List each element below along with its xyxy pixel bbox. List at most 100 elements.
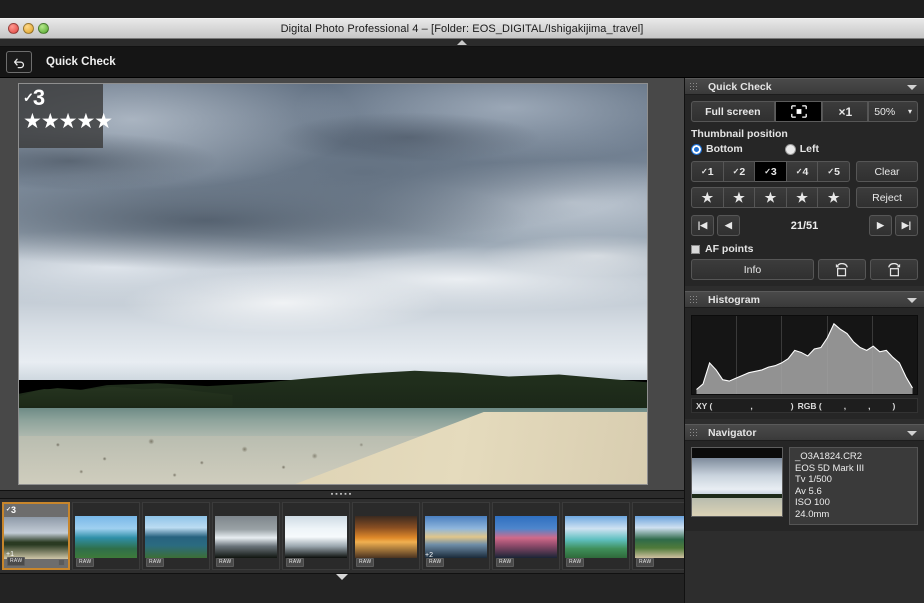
check-mark-button-4[interactable]: ✓4 (787, 161, 819, 182)
af-points-checkbox[interactable] (691, 245, 700, 254)
thumbnail-image (495, 516, 557, 558)
navigator-palette-title: Navigator (708, 427, 756, 439)
metadata-aperture: Av 5.6 (795, 486, 912, 498)
check-mark-number: 5 (834, 166, 840, 178)
rotate-right-icon (886, 263, 902, 277)
main-photo[interactable]: ✓3 ★★★★★ (18, 83, 648, 485)
chevron-down-icon[interactable] (907, 85, 917, 90)
drag-grip-icon[interactable] (689, 82, 698, 91)
filmstrip-thumbnail[interactable]: RAW (72, 502, 140, 570)
histogram-palette-header[interactable]: Histogram (685, 291, 924, 308)
thumbnail-image (285, 516, 347, 558)
zoom-level-value: 50% (874, 106, 895, 118)
thumbnail-lock-icon (58, 559, 65, 566)
pixel-readout: XY ( , ) RGB ( , , ) (691, 398, 918, 413)
thumbnail-format-badge: RAW (356, 558, 374, 567)
check-icon: ✓ (764, 167, 771, 176)
thumbnail-filmstrip[interactable]: ✓3 +1 RAW RAW RAW RAW RAW (0, 499, 684, 573)
filmstrip-thumbnail[interactable]: ✓3 +1 RAW (2, 502, 70, 570)
first-image-button[interactable]: |◀ (691, 215, 714, 236)
af-points-label: AF points (705, 243, 753, 255)
rgb-separator-2: , (868, 401, 870, 411)
image-counter: 21/51 (743, 220, 866, 232)
zoom-level-select[interactable]: 50% ▾ (868, 101, 918, 122)
thumbnail-position-options: Bottom Left (691, 143, 918, 155)
check-mark-button-2[interactable]: ✓2 (724, 161, 756, 182)
photo-content (19, 84, 647, 484)
navigator-thumbnail[interactable] (691, 447, 783, 517)
filmstrip-splitter[interactable]: ▪▪▪▪▪ (0, 490, 684, 499)
star-button-5[interactable]: ★ (818, 187, 850, 208)
info-row: Info (691, 259, 918, 280)
filmstrip-thumbnail[interactable]: RAW (492, 502, 560, 570)
histogram-palette-body: XY ( , ) RGB ( , , ) (685, 308, 924, 419)
navigator-palette-body: _O3A1824.CR2 EOS 5D Mark III Tv 1/500 Av… (685, 441, 924, 531)
af-points-row[interactable]: AF points (691, 243, 918, 255)
radio-left[interactable] (785, 144, 796, 155)
pebbles-region (19, 428, 408, 484)
star-button-3[interactable]: ★ (755, 187, 787, 208)
filmstrip-thumbnail[interactable]: RAW (142, 502, 210, 570)
filmstrip-thumbnail[interactable]: RAW (562, 502, 630, 570)
image-metadata: _O3A1824.CR2 EOS 5D Mark III Tv 1/500 Av… (789, 447, 918, 525)
previous-image-button[interactable]: ◀ (717, 215, 740, 236)
star-button-4[interactable]: ★ (787, 187, 819, 208)
metadata-iso: ISO 100 (795, 497, 912, 509)
sky-region (19, 84, 647, 380)
check-mark-buttons[interactable]: ✓1 ✓2 ✓3 ✓4 ✓5 (691, 161, 850, 182)
thumbnail-image (145, 516, 207, 558)
reject-button[interactable]: Reject (856, 187, 918, 208)
rotate-right-button[interactable] (870, 259, 918, 280)
metadata-shutter: Tv 1/500 (795, 474, 912, 486)
filmstrip-thumbnail[interactable]: RAW (352, 502, 420, 570)
navigator-thumb-letterbox-top (692, 448, 782, 458)
check-mark-button-1[interactable]: ✓1 (691, 161, 724, 182)
filmstrip-thumbnail[interactable]: RAW (282, 502, 350, 570)
chevron-down-icon[interactable] (907, 298, 917, 303)
next-image-button[interactable]: ▶ (869, 215, 892, 236)
back-button[interactable] (6, 51, 32, 73)
star-button-1[interactable]: ★ (691, 187, 724, 208)
metadata-filename: _O3A1824.CR2 (795, 451, 912, 463)
filmstrip-thumbnail[interactable]: RAW (212, 502, 280, 570)
quick-check-palette-header[interactable]: Quick Check (685, 78, 924, 95)
filmstrip-thumbnail[interactable]: RAW (632, 502, 684, 570)
navigator-thumb-sky (692, 458, 782, 497)
fit-to-window-button[interactable] (775, 101, 823, 122)
navigator-palette-header[interactable]: Navigator (685, 424, 924, 441)
check-mark-button-3[interactable]: ✓3 (755, 161, 787, 182)
check-mark-button-5[interactable]: ✓5 (818, 161, 850, 182)
star-rating-buttons[interactable]: ★★★★★ (691, 187, 850, 208)
toolbar-collapse-strip[interactable] (0, 39, 924, 47)
thumbnail-image (565, 516, 627, 558)
info-button[interactable]: Info (691, 259, 814, 280)
check-mark-number: 3 (771, 166, 777, 178)
right-panel: Quick Check Full screen ×1 50% ▾ (684, 78, 924, 603)
check-mark-number: 2 (739, 166, 745, 178)
radio-bottom[interactable] (691, 144, 702, 155)
metadata-camera: EOS 5D Mark III (795, 463, 912, 475)
filmstrip-thumbnail[interactable]: +2 RAW (422, 502, 490, 570)
actual-size-button[interactable]: ×1 (822, 101, 868, 122)
navigator-thumb-beach (692, 498, 782, 516)
check-mark-number: 4 (803, 166, 809, 178)
clear-button[interactable]: Clear (856, 161, 918, 182)
thumbnail-check-mark: ✓3 (6, 505, 16, 515)
radio-left-label: Left (800, 143, 819, 155)
star-button-2[interactable]: ★ (724, 187, 756, 208)
image-viewer[interactable]: ✓3 ★★★★★ (0, 78, 684, 490)
last-image-button[interactable]: ▶| (895, 215, 918, 236)
radio-bottom-label: Bottom (706, 143, 743, 155)
thumbnail-format-badge: RAW (146, 558, 164, 567)
chevron-down-icon[interactable] (336, 574, 348, 580)
check-icon: ✓ (827, 167, 834, 176)
drag-grip-icon[interactable] (689, 295, 698, 304)
chevron-down-icon[interactable] (907, 431, 917, 436)
bottom-bar[interactable] (0, 573, 684, 603)
thumbnail-image (425, 516, 487, 558)
rgb-separator-1: , (844, 401, 846, 411)
quick-check-palette-body: Full screen ×1 50% ▾ Thumbnail position … (685, 95, 924, 286)
rotate-left-button[interactable] (818, 259, 866, 280)
full-screen-button[interactable]: Full screen (691, 101, 775, 122)
drag-grip-icon[interactable] (689, 428, 698, 437)
